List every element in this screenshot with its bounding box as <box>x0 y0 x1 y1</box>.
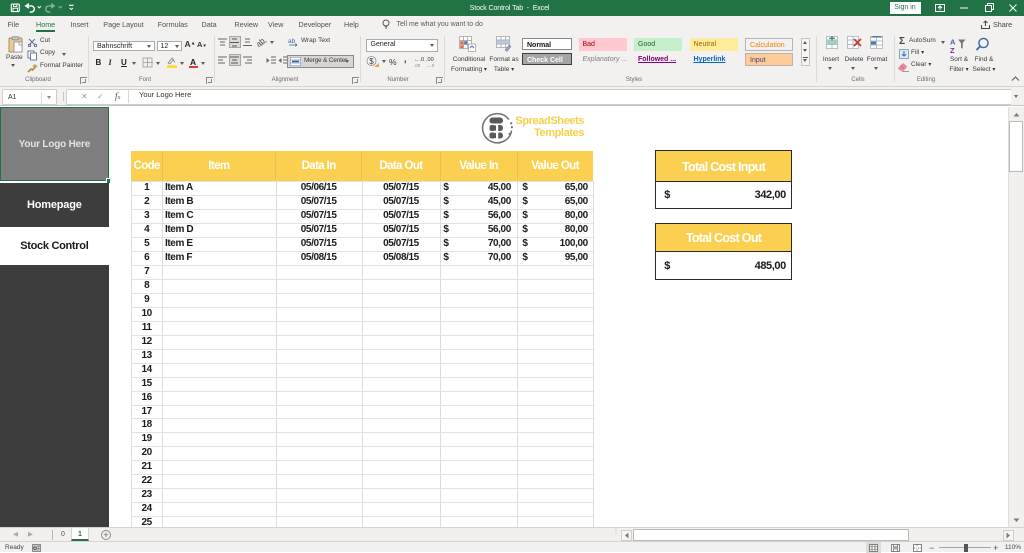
svg-text:.00: .00 <box>414 63 421 67</box>
svg-text:→.0: →.0 <box>426 63 435 67</box>
svg-text:Z: Z <box>950 46 955 53</box>
svg-text:$: $ <box>369 57 374 66</box>
svg-text:ab: ab <box>288 38 296 45</box>
